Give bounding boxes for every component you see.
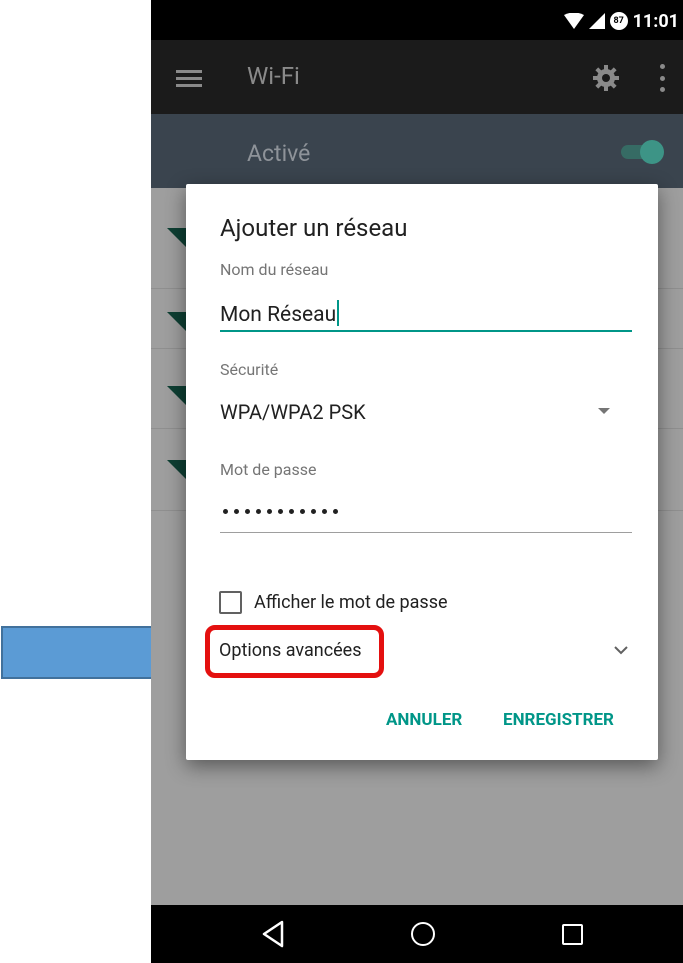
cancel-button[interactable]: ANNULER (386, 710, 462, 730)
password-dot (267, 509, 272, 514)
password-dot (289, 509, 294, 514)
toggle-label: Activé (247, 140, 311, 167)
password-dot (245, 509, 250, 514)
wifi-signal-icon (563, 13, 584, 29)
phone-screen: 87 11:01 Wi-Fi Activé Ajouter un réseau … (151, 0, 683, 963)
security-value: WPA/WPA2 PSK (220, 400, 366, 424)
password-label: Mot de passe (220, 460, 317, 479)
back-icon[interactable] (261, 920, 285, 948)
menu-icon[interactable] (176, 70, 202, 87)
status-bar: 87 11:01 (151, 0, 683, 40)
security-label: Sécurité (220, 360, 279, 379)
password-dot (234, 509, 239, 514)
password-underline (220, 532, 632, 533)
password-dot (333, 509, 338, 514)
password-dot (311, 509, 316, 514)
password-dot (223, 509, 228, 514)
dropdown-arrow-icon[interactable] (598, 408, 610, 414)
battery-icon: 87 (609, 12, 628, 30)
home-icon[interactable] (411, 922, 435, 946)
clock: 11:01 (632, 10, 679, 32)
network-name-value: Mon Réseau (220, 303, 337, 327)
wifi-toggle-bar: Activé (151, 114, 683, 188)
highlight-box (205, 625, 384, 678)
wifi-switch-thumb[interactable] (640, 140, 664, 164)
page-title: Wi-Fi (247, 62, 300, 90)
battery-level: 87 (613, 16, 624, 26)
recents-icon[interactable] (562, 924, 583, 945)
save-button[interactable]: ENREGISTRER (503, 710, 614, 730)
wifi-signal-icon (167, 312, 187, 332)
password-dot (278, 509, 283, 514)
show-password-checkbox[interactable] (219, 591, 242, 614)
signal-icon (588, 13, 605, 29)
show-password-label[interactable]: Afficher le mot de passe (254, 592, 448, 613)
network-name-input[interactable]: Mon Réseau (220, 300, 340, 327)
wifi-signal-icon (167, 386, 187, 406)
chevron-down-icon[interactable] (614, 645, 628, 655)
wifi-signal-icon (167, 228, 187, 248)
more-vert-icon[interactable] (659, 64, 665, 92)
text-cursor (337, 300, 340, 326)
security-select[interactable]: WPA/WPA2 PSK (220, 400, 366, 424)
network-name-label: Nom du réseau (220, 260, 329, 279)
password-dot (300, 509, 305, 514)
wifi-signal-icon (167, 460, 187, 480)
app-bar: Wi-Fi (151, 40, 683, 114)
password-dot (256, 509, 261, 514)
dialog-title: Ajouter un réseau (220, 214, 408, 242)
password-dot (322, 509, 327, 514)
gear-icon[interactable] (593, 65, 619, 91)
network-name-underline (220, 330, 632, 332)
password-input[interactable] (223, 509, 338, 514)
navigation-bar (151, 905, 683, 963)
